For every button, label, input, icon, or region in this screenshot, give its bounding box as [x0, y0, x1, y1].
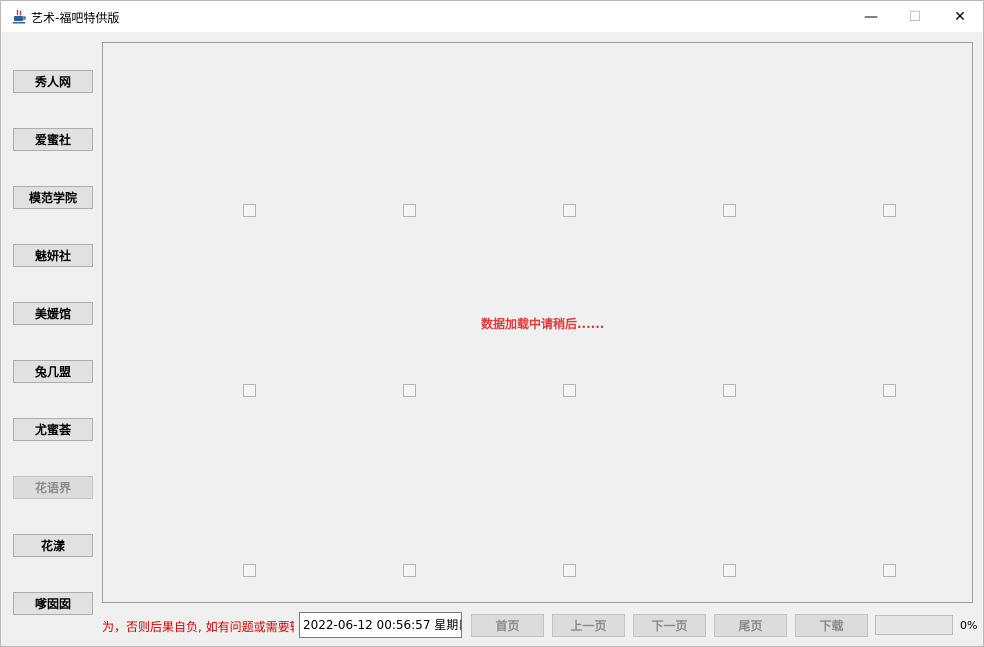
loading-message: 数据加载中请稍后...... [481, 317, 605, 331]
thumbnail-placeholder[interactable] [563, 564, 576, 577]
sidebar-button[interactable]: 模范学院 [13, 186, 93, 209]
prev-page-button[interactable]: 上一页 [552, 614, 625, 637]
thumbnail-placeholder[interactable] [563, 204, 576, 217]
image-panel: 数据加载中请稍后...... [102, 42, 973, 603]
minimize-icon: — [864, 8, 878, 25]
sidebar-button[interactable]: 尤蜜荟 [13, 418, 93, 441]
sidebar-button[interactable]: 花漾 [13, 534, 93, 557]
java-cup-icon [13, 9, 26, 24]
close-icon: ✕ [954, 8, 966, 25]
sidebar-button[interactable]: 爱蜜社 [13, 128, 93, 151]
datetime-field[interactable]: 2022-06-12 00:56:57 星期日 [299, 612, 462, 638]
thumbnail-placeholder[interactable] [243, 384, 256, 397]
sidebar-button[interactable]: 魅妍社 [13, 244, 93, 267]
download-progress-bar [875, 615, 953, 635]
maximize-button[interactable]: ☐ [892, 1, 938, 32]
window-title: 艺术-福吧特供版 [31, 11, 120, 25]
thumbnail-placeholder[interactable] [403, 564, 416, 577]
sidebar-button[interactable]: 美媛馆 [13, 302, 93, 325]
thumbnail-placeholder[interactable] [723, 564, 736, 577]
progress-percent: 0% [960, 619, 978, 632]
sidebar-button[interactable]: 嗲囡囡 [13, 592, 93, 615]
thumbnail-placeholder[interactable] [883, 384, 896, 397]
minimize-button[interactable]: — [848, 1, 894, 32]
thumbnail-placeholder[interactable] [563, 384, 576, 397]
maximize-icon: ☐ [908, 8, 922, 25]
thumbnail-placeholder[interactable] [243, 564, 256, 577]
sidebar-button[interactable]: 花语界 [13, 476, 93, 499]
download-button[interactable]: 下载 [795, 614, 868, 637]
next-page-button[interactable]: 下一页 [633, 614, 706, 637]
sidebar-button[interactable]: 兔几盟 [13, 360, 93, 383]
thumbnail-placeholder[interactable] [403, 204, 416, 217]
thumbnail-placeholder[interactable] [723, 384, 736, 397]
close-button[interactable]: ✕ [937, 1, 983, 32]
app-window: 艺术-福吧特供版 — ☐ ✕ 秀人网爱蜜社模范学院魅妍社美媛馆兔几盟尤蜜荟花语界… [0, 0, 984, 647]
last-page-button[interactable]: 尾页 [714, 614, 787, 637]
thumbnail-placeholder[interactable] [243, 204, 256, 217]
first-page-button[interactable]: 首页 [471, 614, 544, 637]
title-bar[interactable]: 艺术-福吧特供版 — ☐ ✕ [1, 1, 983, 32]
thumbnail-placeholder[interactable] [883, 564, 896, 577]
notice-text: 为，否则后果自负, 如有问题或需要转 [102, 620, 294, 634]
thumbnail-placeholder[interactable] [723, 204, 736, 217]
sidebar-button[interactable]: 秀人网 [13, 70, 93, 93]
thumbnail-placeholder[interactable] [403, 384, 416, 397]
thumbnail-placeholder[interactable] [883, 204, 896, 217]
